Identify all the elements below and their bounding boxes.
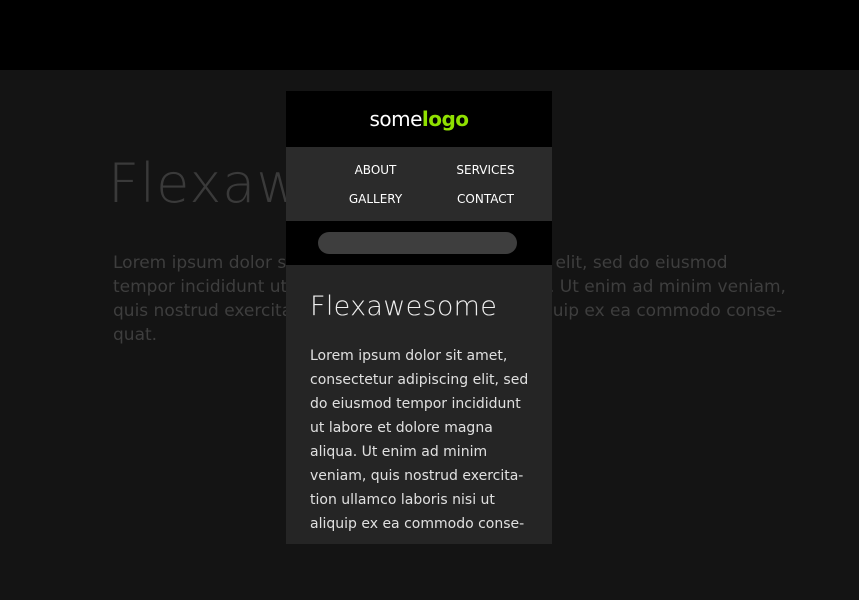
logo-regular-text: some [369,107,422,131]
content-text-line: tion ullamco laboris nisi ut [310,492,495,508]
site-logo[interactable]: somelogo [369,107,469,131]
content-text-line: veniam, quis nostrud exercita- [310,468,524,484]
logo-bold-text: logo [421,107,469,131]
search-input[interactable] [318,232,517,254]
nav-link-contact[interactable]: CONTACT [438,188,533,210]
nav-link-about[interactable]: ABOUT [313,159,438,181]
content-body-text: Lorem ipsum dolor sit amet, consectetur … [310,344,528,536]
search-field-wrapper [318,232,517,254]
content-title: Flexawesome [310,291,498,322]
background-top-bar [0,0,859,70]
content-text-line: Lorem ipsum dolor sit amet, [310,348,508,364]
main-navigation: ABOUT SERVICES GALLERY CONTACT [286,147,552,221]
mobile-preview-panel: somelogo ABOUT SERVICES GALLERY CONTACT … [286,91,552,544]
content-text-line: aliquip ex ea commodo conse- [310,516,525,532]
nav-link-services[interactable]: SERVICES [438,159,533,181]
content-text-line: aliqua. Ut enim ad minim [310,444,488,460]
content-text-line: do eiusmod tempor incididunt [310,396,521,412]
page: Flexawesome Lorem ipsum dolor sit amet, … [0,0,859,600]
main-content: Flexawesome Lorem ipsum dolor sit amet, … [286,265,552,536]
content-text-line: ut labore et dolore magna [310,420,493,436]
site-header: somelogo [286,91,552,147]
nav-link-gallery[interactable]: GALLERY [313,188,438,210]
search-bar [286,221,552,265]
content-text-line: consectetur adipiscing elit, sed [310,372,529,388]
